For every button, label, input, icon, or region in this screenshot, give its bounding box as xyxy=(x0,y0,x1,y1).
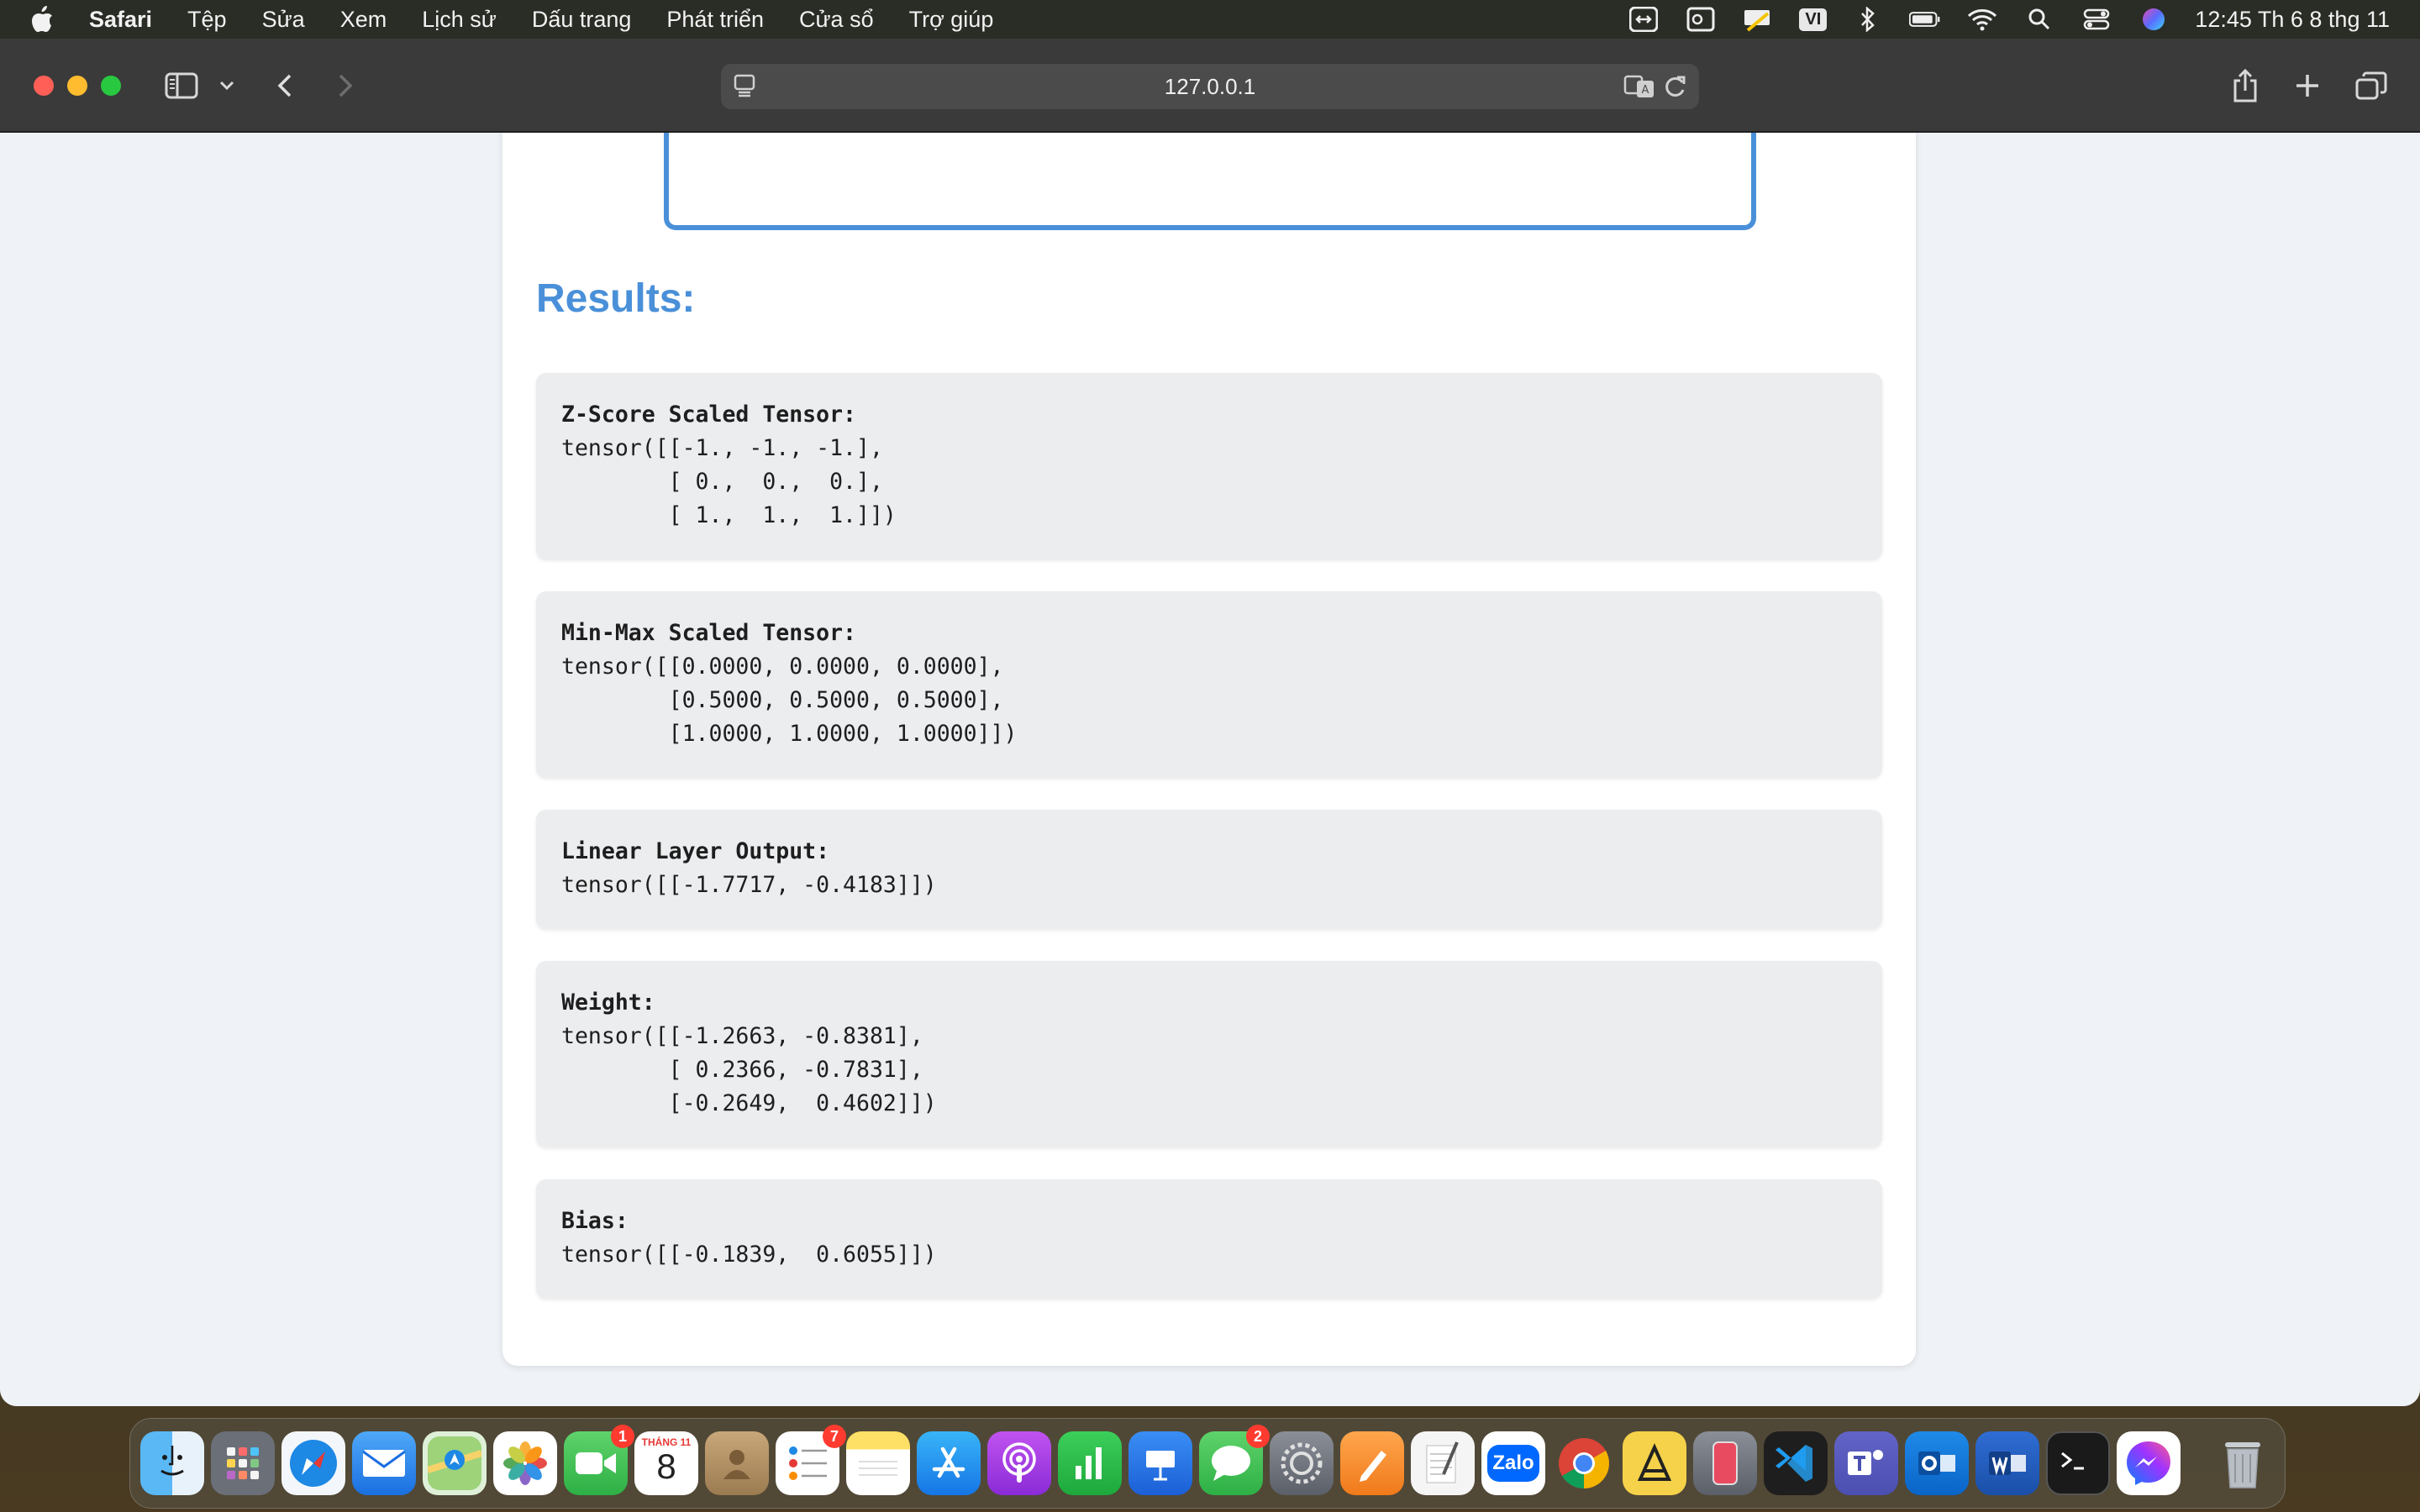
maps-icon[interactable] xyxy=(423,1431,487,1495)
vscode-icon[interactable] xyxy=(1764,1431,1828,1495)
forward-chevron-icon[interactable] xyxy=(331,66,360,106)
url-text[interactable]: 127.0.0.1 xyxy=(1165,74,1255,100)
browser-window: 127.0.0.1 A Results: Z-Score Scaled Tens… xyxy=(0,39,2420,1406)
outlook-status-icon[interactable] xyxy=(1685,7,1717,32)
apple-menu-icon[interactable] xyxy=(30,6,64,33)
menu-edit[interactable]: Sửa xyxy=(262,7,305,33)
reload-icon[interactable] xyxy=(1664,74,1687,103)
control-center-icon[interactable] xyxy=(2081,7,2112,32)
results-heading: Results: xyxy=(536,276,696,321)
launchpad-icon[interactable] xyxy=(211,1431,275,1495)
teams-icon[interactable] xyxy=(1834,1431,1898,1495)
result-card-weight: Weight: tensor([[-1.2663, -0.8381], [ 0.… xyxy=(536,961,1882,1147)
result-value: tensor([[0.0000, 0.0000, 0.0000], [0.500… xyxy=(561,654,1018,747)
menu-view[interactable]: Xem xyxy=(340,7,387,33)
messages-badge: 2 xyxy=(1246,1425,1270,1448)
status-area: VI 12:45 Th 6 8 thg 11 xyxy=(1628,0,2390,39)
sidebar-toggle-icon[interactable] xyxy=(163,66,200,106)
numbers-icon[interactable] xyxy=(1058,1431,1122,1495)
back-chevron-icon[interactable] xyxy=(271,66,299,106)
reminders-icon[interactable]: 7 xyxy=(776,1425,846,1495)
menu-window[interactable]: Cửa sổ xyxy=(799,7,874,33)
calendar-day: 8 xyxy=(656,1446,676,1486)
reminders-badge: 7 xyxy=(823,1425,846,1448)
trash-icon[interactable] xyxy=(2211,1431,2275,1495)
result-value: tensor([[-1.7717, -0.4183]]) xyxy=(561,872,937,898)
system-settings-icon[interactable] xyxy=(1270,1431,1334,1495)
finder-icon[interactable] xyxy=(140,1431,204,1495)
messages-icon[interactable]: 2 xyxy=(1199,1425,1270,1495)
contacts-icon[interactable] xyxy=(705,1431,769,1495)
calendar-icon[interactable]: THÁNG 11 8 xyxy=(634,1431,698,1495)
battery-icon[interactable] xyxy=(1909,7,1941,32)
new-tab-plus-icon[interactable] xyxy=(2291,66,2324,106)
tab-group-chevron-down-icon[interactable] xyxy=(217,66,237,106)
facetime-badge: 1 xyxy=(611,1425,634,1448)
menu-develop[interactable]: Phát triển xyxy=(666,7,764,33)
messenger-icon[interactable] xyxy=(2117,1431,2181,1495)
result-label: Linear Layer Output: xyxy=(561,838,830,864)
outlook-icon[interactable] xyxy=(1905,1431,1969,1495)
minimize-window-button[interactable] xyxy=(67,76,87,96)
result-value: tensor([[-1., -1., -1.], [ 0., 0., 0.], … xyxy=(561,435,897,528)
menu-bar-clock[interactable]: 12:45 Th 6 8 thg 11 xyxy=(2195,7,2390,33)
result-card-minmax: Min-Max Scaled Tensor: tensor([[0.0000, … xyxy=(536,591,1882,778)
result-value: tensor([[-1.2663, -0.8381], [ 0.2366, -0… xyxy=(561,1023,937,1116)
keynote-icon[interactable] xyxy=(1128,1431,1192,1495)
pages-icon[interactable] xyxy=(1340,1431,1404,1495)
menu-bar: Safari Tệp Sửa Xem Lịch sử Dấu trang Phá… xyxy=(0,0,2420,39)
zalo-icon[interactable]: Zalo xyxy=(1481,1431,1545,1495)
share-icon[interactable] xyxy=(2228,66,2262,106)
bluetooth-icon[interactable] xyxy=(1852,7,1884,32)
input-source-indicator[interactable]: VI xyxy=(1799,8,1828,31)
address-bar[interactable]: 127.0.0.1 A xyxy=(721,64,1699,109)
result-card-zscore: Z-Score Scaled Tensor: tensor([[-1., -1.… xyxy=(536,373,1882,559)
page-menu-icon[interactable] xyxy=(733,72,756,103)
menu-file[interactable]: Tệp xyxy=(187,7,227,33)
browser-toolbar: 127.0.0.1 A xyxy=(0,39,2420,133)
result-card-bias: Bias: tensor([[-0.1839, 0.6055]]) xyxy=(536,1179,1882,1299)
result-label: Weight: xyxy=(561,990,655,1016)
menu-bookmarks[interactable]: Dấu trang xyxy=(532,7,632,33)
spotlight-search-icon[interactable] xyxy=(2023,7,2055,32)
svg-text:A: A xyxy=(1642,84,1649,97)
menu-help[interactable]: Trợ giúp xyxy=(909,7,994,33)
page-container: Results: Z-Score Scaled Tensor: tensor([… xyxy=(502,133,1916,1366)
translate-icon[interactable]: A xyxy=(1623,74,1655,103)
mail-icon[interactable] xyxy=(352,1431,416,1495)
safari-icon[interactable] xyxy=(281,1431,345,1495)
cyberduck-icon[interactable] xyxy=(1623,1431,1686,1495)
display-mirroring-icon[interactable] xyxy=(1742,7,1774,32)
result-value: tensor([[-0.1839, 0.6055]]) xyxy=(561,1242,937,1268)
result-label: Z-Score Scaled Tensor: xyxy=(561,402,856,428)
notes-icon[interactable] xyxy=(846,1431,910,1495)
app-store-icon[interactable] xyxy=(917,1431,981,1495)
word-icon[interactable] xyxy=(1975,1431,2039,1495)
wifi-icon[interactable] xyxy=(1966,7,1998,32)
tensor-input-textarea[interactable] xyxy=(664,133,1756,230)
web-content: Results: Z-Score Scaled Tensor: tensor([… xyxy=(0,133,2420,1406)
podcasts-icon[interactable] xyxy=(987,1431,1051,1495)
iphone-mirroring-icon[interactable] xyxy=(1693,1431,1757,1495)
menu-history[interactable]: Lịch sử xyxy=(422,7,497,33)
terminal-icon[interactable] xyxy=(2046,1431,2110,1495)
close-window-button[interactable] xyxy=(34,76,54,96)
result-label: Min-Max Scaled Tensor: xyxy=(561,620,856,646)
tab-overview-icon[interactable] xyxy=(2353,66,2390,106)
result-label: Bias: xyxy=(561,1208,629,1234)
screen-share-icon[interactable] xyxy=(1628,7,1660,32)
zalo-label: Zalo xyxy=(1487,1445,1539,1482)
result-card-linear-output: Linear Layer Output: tensor([[-1.7717, -… xyxy=(536,810,1882,929)
zoom-window-button[interactable] xyxy=(101,76,121,96)
dock: 1 THÁNG 11 8 7 2 Zalo xyxy=(129,1418,2286,1509)
photos-icon[interactable] xyxy=(493,1431,557,1495)
siri-icon[interactable] xyxy=(2138,7,2170,32)
menu-app-name[interactable]: Safari xyxy=(89,7,152,33)
facetime-icon[interactable]: 1 xyxy=(564,1425,634,1495)
chrome-icon[interactable] xyxy=(1552,1431,1616,1495)
textedit-icon[interactable] xyxy=(1411,1431,1475,1495)
